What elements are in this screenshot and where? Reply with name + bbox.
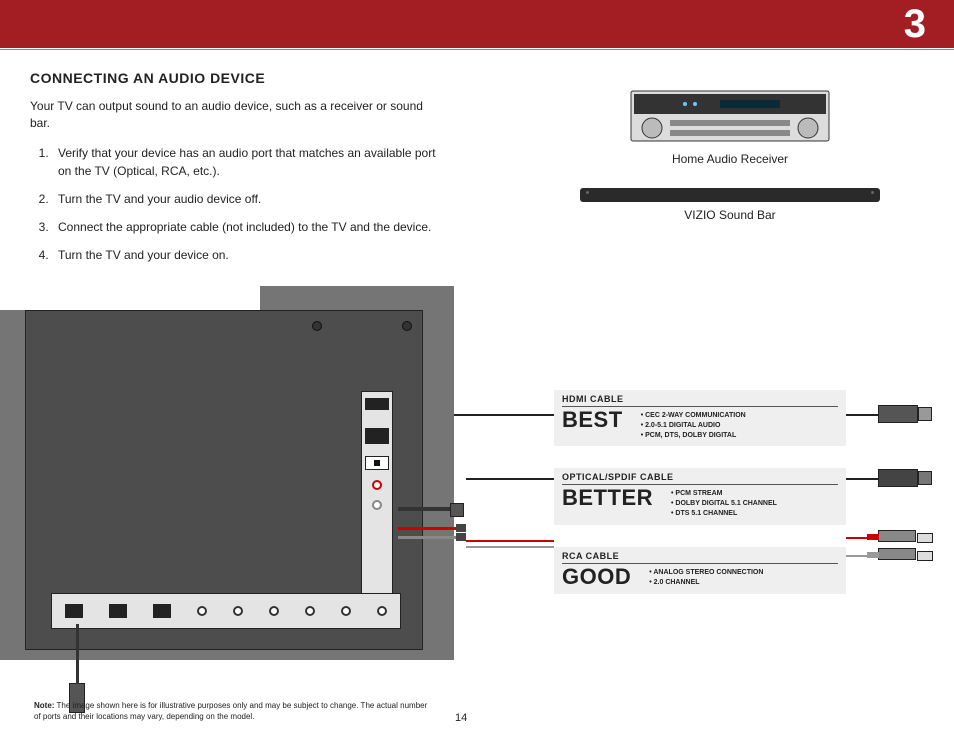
cable-header: RCA CABLE [562, 551, 838, 564]
rca-red-plug-icon [878, 530, 916, 542]
cable-features: CEC 2-WAY COMMUNICATION 2.0-5.1 DIGITAL … [641, 411, 746, 440]
step-item: Verify that your device has an audio por… [52, 144, 440, 180]
cable-feature: PCM, DTS, DOLBY DIGITAL [641, 431, 746, 441]
rca-red-port-icon [372, 480, 382, 490]
side-port-panel [361, 391, 393, 594]
cable-feature: 2.0 CHANNEL [649, 578, 763, 588]
cable-feature: PCM STREAM [671, 489, 777, 499]
cable-feature: DTS 5.1 CHANNEL [671, 509, 777, 519]
hdmi-port-icon [109, 604, 127, 618]
cable-header: HDMI CABLE [562, 394, 838, 407]
component-port-icon [341, 606, 351, 616]
cable-line-rca-white [466, 546, 554, 548]
optical-connector-icon [878, 466, 934, 490]
cable-features: PCM STREAM DOLBY DIGITAL 5.1 CHANNEL DTS… [671, 489, 777, 518]
page-number: 14 [455, 712, 467, 724]
rca-connector-icon [878, 530, 934, 570]
soundbar-label: VIZIO Sound Bar [560, 208, 900, 222]
component-port-icon [197, 606, 207, 616]
step-item: Turn the TV and your device on. [52, 246, 440, 264]
cable-line-optical [466, 478, 554, 480]
tv-inner-panel [25, 310, 423, 650]
chapter-bar: 3 [0, 0, 954, 48]
note-text: The image shown here is for illustrative… [34, 701, 427, 720]
usb-port-icon [365, 398, 389, 410]
optical-cable-stub [398, 507, 454, 511]
bottom-port-panel [51, 593, 401, 629]
component-port-icon [305, 606, 315, 616]
cable-line-rca-white-r [846, 555, 868, 557]
cable-line-rca-red-r [846, 537, 868, 539]
rca-white-cable-stub [398, 536, 458, 539]
cable-rank: BEST [562, 409, 623, 431]
cable-feature: 2.0-5.1 DIGITAL AUDIO [641, 421, 746, 431]
intro-text: Your TV can output sound to an audio dev… [30, 98, 430, 132]
screw-icon [402, 321, 412, 331]
cable-feature: DOLBY DIGITAL 5.1 CHANNEL [671, 499, 777, 509]
coax-port-icon [377, 606, 387, 616]
header-divider [0, 49, 954, 50]
rca-white-plug-icon [878, 548, 916, 560]
devices-illustration: Home Audio Receiver VIZIO Sound Bar [560, 90, 900, 244]
step-item: Turn the TV and your audio device off. [52, 190, 440, 208]
receiver-label: Home Audio Receiver [560, 152, 900, 166]
cable-feature: CEC 2-WAY COMMUNICATION [641, 411, 746, 421]
cable-rank: BETTER [562, 487, 653, 509]
cable-line-hdmi [454, 414, 554, 416]
rca-red-cable-stub [398, 527, 458, 530]
section-title: CONNECTING AN AUDIO DEVICE [30, 70, 934, 86]
footnote: Note: The image shown here is for illust… [34, 701, 434, 722]
hdmi-side-port-icon [365, 428, 389, 444]
cable-box-optical: OPTICAL/SPDIF CABLE BETTER PCM STREAM DO… [554, 468, 846, 524]
tv-back-panel [0, 286, 454, 660]
steps-list: Verify that your device has an audio por… [30, 144, 440, 264]
cable-line-rca-red [466, 540, 554, 542]
screw-icon [312, 321, 322, 331]
rca-white-port-icon [372, 500, 382, 510]
step-item: Connect the appropriate cable (not inclu… [52, 218, 440, 236]
component-port-icon [233, 606, 243, 616]
soundbar-icon [580, 188, 880, 202]
hdmi-port-icon [65, 604, 83, 618]
cable-quality-list: HDMI CABLE BEST CEC 2-WAY COMMUNICATION … [554, 390, 846, 616]
component-port-icon [269, 606, 279, 616]
optical-port-icon [365, 456, 389, 470]
chapter-number: 3 [904, 2, 926, 47]
cable-header: OPTICAL/SPDIF CABLE [562, 472, 838, 485]
cable-line-optical-r [846, 478, 878, 480]
cable-feature: ANALOG STEREO CONNECTION [649, 568, 763, 578]
ethernet-port-icon [153, 604, 171, 618]
hdmi-connector-icon [878, 402, 934, 426]
cable-line-hdmi-r [846, 414, 878, 416]
cable-features: ANALOG STEREO CONNECTION 2.0 CHANNEL [649, 568, 763, 588]
cable-rank: GOOD [562, 566, 631, 588]
cable-box-hdmi: HDMI CABLE BEST CEC 2-WAY COMMUNICATION … [554, 390, 846, 446]
receiver-icon [560, 90, 900, 146]
cable-box-rca: RCA CABLE GOOD ANALOG STEREO CONNECTION … [554, 547, 846, 594]
note-label: Note: [34, 701, 54, 710]
